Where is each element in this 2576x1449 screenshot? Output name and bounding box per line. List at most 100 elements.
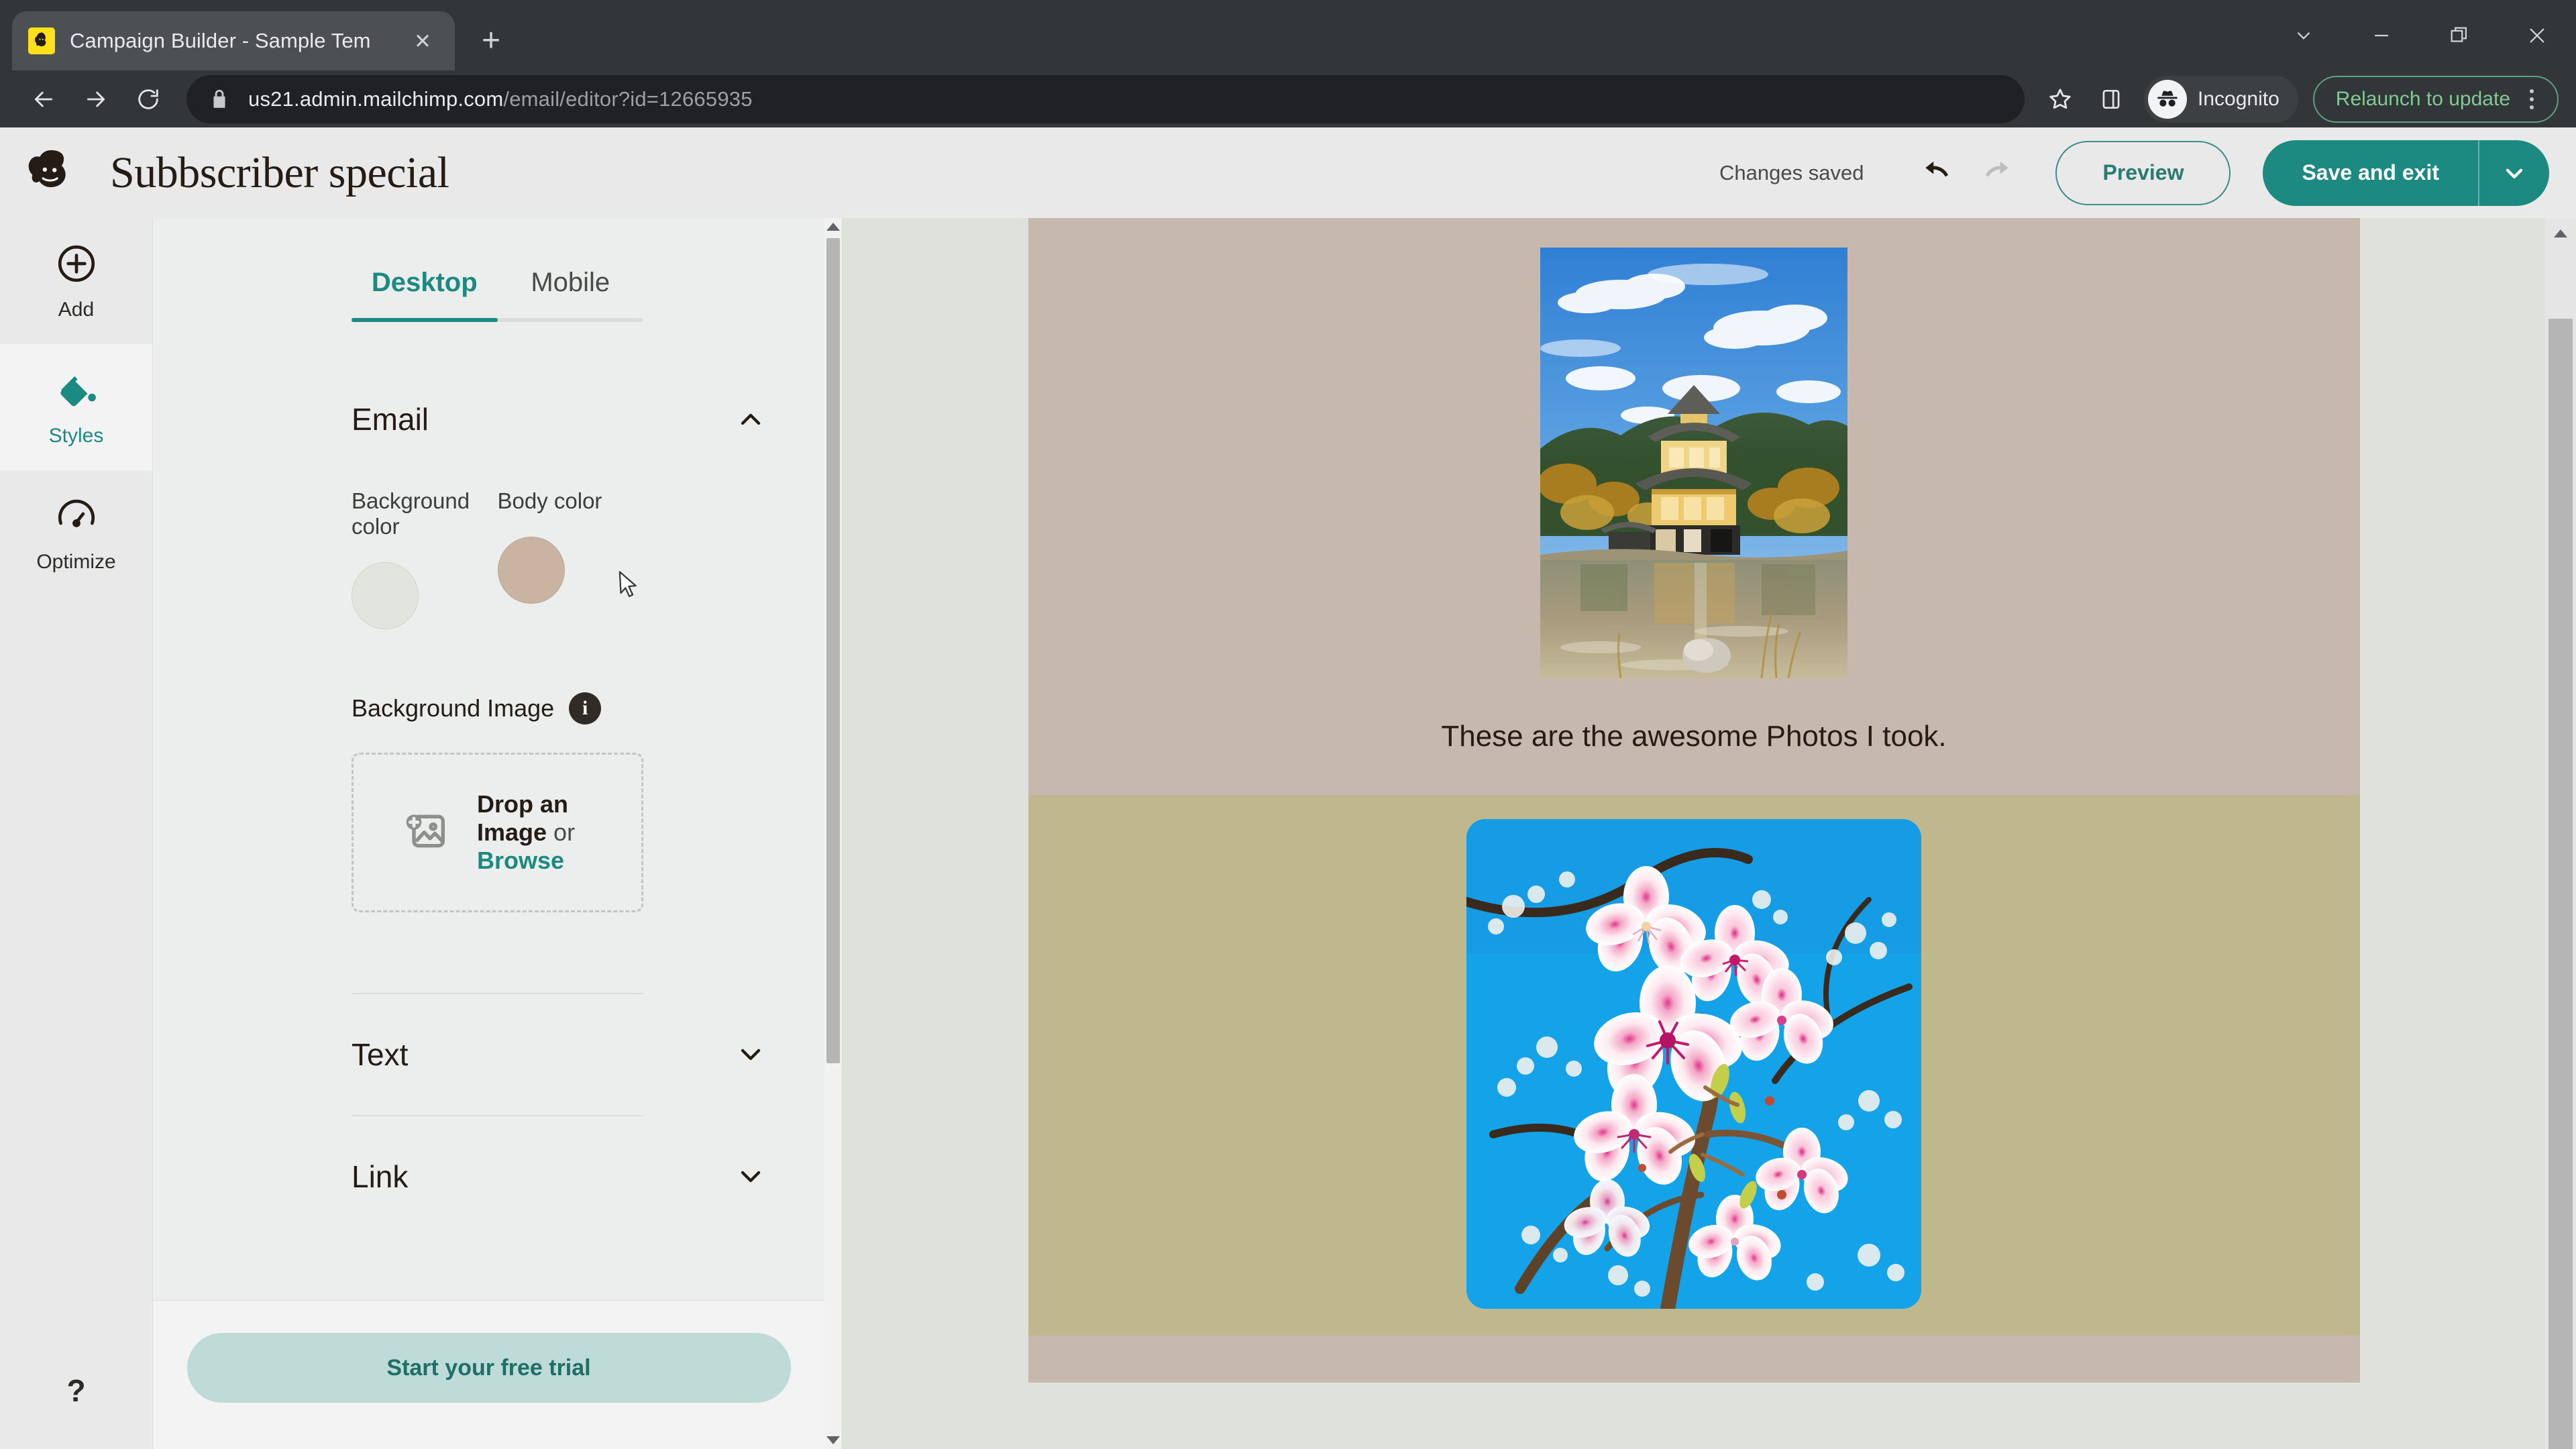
browser-window: Campaign Builder - Sample Tem ✕ + us21.a… [0,0,2576,1449]
background-color-swatch[interactable] [352,562,419,629]
link-section-title: Link [352,1159,409,1194]
start-free-trial-button[interactable]: Start your free trial [186,1333,791,1403]
forward-arrow-icon[interactable] [70,73,122,125]
plus-circle-icon [54,241,99,289]
styles-panel-footer: Start your free trial [153,1300,824,1449]
background-color-field: Background color [352,488,498,629]
browser-toolbar: us21.admin.mailchimp.com/email/editor?id… [0,70,2576,127]
background-image-label: Background Image [352,694,555,722]
back-arrow-icon[interactable] [17,73,70,125]
page-scrollbar-thumb[interactable] [2548,319,2573,1449]
tab-close-icon[interactable]: ✕ [407,25,439,57]
photo-cherry-blossoms[interactable] [1466,819,1921,1309]
body-color-field: Body color [497,488,644,629]
device-tabs: Desktop Mobile [153,218,842,318]
scroll-up-arrow-icon[interactable] [2545,218,2576,249]
sidebar-item-add-label: Add [58,298,95,321]
side-panel-icon[interactable] [2088,76,2135,123]
scroll-down-arrow-icon[interactable] [824,1432,842,1449]
sidebar-item-optimize-label: Optimize [36,550,116,573]
window-controls [2265,0,2576,70]
body-color-swatch[interactable] [497,537,565,604]
save-status: Changes saved [1719,160,1864,184]
mailchimp-freddie-logo-icon [23,145,79,201]
workspace: Add Styles Optimize ? Desktop Mobile Ema… [0,218,2576,1449]
incognito-icon [2148,79,2188,119]
email-body-area: These are the awesome Photos I took. [843,218,2545,1449]
background-color-label: Background color [352,488,470,539]
relaunch-to-update-button[interactable]: Relaunch to update [2312,75,2559,123]
chevron-down-icon[interactable] [735,1161,767,1193]
address-bar[interactable]: us21.admin.mailchimp.com/email/editor?id… [186,74,2025,123]
help-button[interactable]: ? [0,1373,152,1409]
text-section-title: Text [352,1037,409,1072]
minimize-icon[interactable] [2343,0,2420,70]
device-tabs-underline [352,318,643,322]
tab-title: Campaign Builder - Sample Tem [70,29,371,52]
tab-strip: Campaign Builder - Sample Tem ✕ + [0,0,2576,70]
redo-icon[interactable] [1967,144,2026,203]
styles-panel-scrollbar[interactable] [824,218,842,1449]
chevron-down-icon[interactable] [735,1038,767,1071]
info-icon[interactable]: i [569,692,602,724]
save-and-exit-button[interactable]: Save and exit [2263,140,2478,206]
tab-desktop[interactable]: Desktop [352,268,498,318]
lock-icon [208,88,231,111]
photo-golden-pavilion-wrap[interactable] [1028,248,2360,678]
header-actions: Changes saved Preview Save and exit [1719,140,2549,206]
new-tab-button[interactable]: + [470,19,513,62]
text-section-header[interactable]: Text [153,994,842,1115]
dropzone-text: Drop an Image or Browse [477,790,576,874]
star-icon[interactable] [2037,76,2084,123]
tab-mobile[interactable]: Mobile [498,268,644,318]
restore-icon[interactable] [2420,0,2498,70]
relaunch-label: Relaunch to update [2335,87,2510,110]
kebab-menu-icon[interactable] [2513,80,2551,118]
sidebar-item-optimize[interactable]: Optimize [0,470,152,596]
close-icon[interactable] [2498,0,2576,70]
background-image-header: Background Image i [153,692,842,724]
undo-icon[interactable] [1908,144,1967,203]
gauge-icon [54,494,99,541]
paint-bucket-icon [54,368,99,415]
browse-link[interactable]: Browse [477,847,564,874]
save-and-exit-group: Save and exit [2263,140,2549,206]
page-title: Subbscriber special [110,148,449,197]
left-rail: Add Styles Optimize ? [0,218,153,1449]
photo-cherry-blossoms-wrap[interactable] [1028,819,2360,1309]
scrollbar-thumb[interactable] [826,238,840,1063]
reload-icon[interactable] [122,73,174,125]
email-section-title: Email [352,402,429,437]
incognito-profile-chip[interactable]: Incognito [2144,75,2298,123]
sidebar-item-styles-label: Styles [48,424,104,447]
chevron-up-icon[interactable] [735,403,767,435]
mailchimp-favicon-icon [28,28,55,54]
email-band-middle [1028,795,2360,1336]
background-image-dropzone[interactable]: Drop an Image or Browse [352,753,643,912]
browser-tab[interactable]: Campaign Builder - Sample Tem ✕ [12,11,455,70]
photo-golden-pavilion[interactable] [1540,248,1847,678]
mailchimp-campaign-builder: Subbscriber special Changes saved Previe… [0,127,2576,1449]
email-section-header[interactable]: Email [153,361,842,437]
styles-panel-scroll-area: Desktop Mobile Email Background color Bo… [153,218,842,1449]
tab-search-chevron-icon[interactable] [2265,0,2343,70]
body-color-label: Body color [497,488,602,513]
scroll-up-arrow-icon[interactable] [824,218,842,235]
preview-button[interactable]: Preview [2055,140,2231,205]
styles-panel: Desktop Mobile Email Background color Bo… [153,218,843,1449]
save-options-chevron-down-icon[interactable] [2478,140,2549,206]
incognito-label: Incognito [2198,87,2279,110]
url-text: us21.admin.mailchimp.com/email/editor?id… [248,87,753,111]
link-section-header[interactable]: Link [153,1116,842,1237]
app-header: Subbscriber special Changes saved Previe… [0,127,2576,218]
email-canvas: These are the awesome Photos I took. [843,218,2576,1449]
sidebar-item-add[interactable]: Add [0,218,152,344]
page-scrollbar[interactable] [2545,218,2576,1449]
sidebar-item-styles[interactable]: Styles [0,344,152,470]
email-column: These are the awesome Photos I took. [1028,218,2360,1449]
color-fields: Background color Body color [153,488,842,629]
image-plus-icon [400,804,454,861]
email-band-bottom [1028,1336,2360,1383]
email-band-top: These are the awesome Photos I took. [1028,218,2360,795]
caption[interactable]: These are the awesome Photos I took. [1028,678,2360,777]
